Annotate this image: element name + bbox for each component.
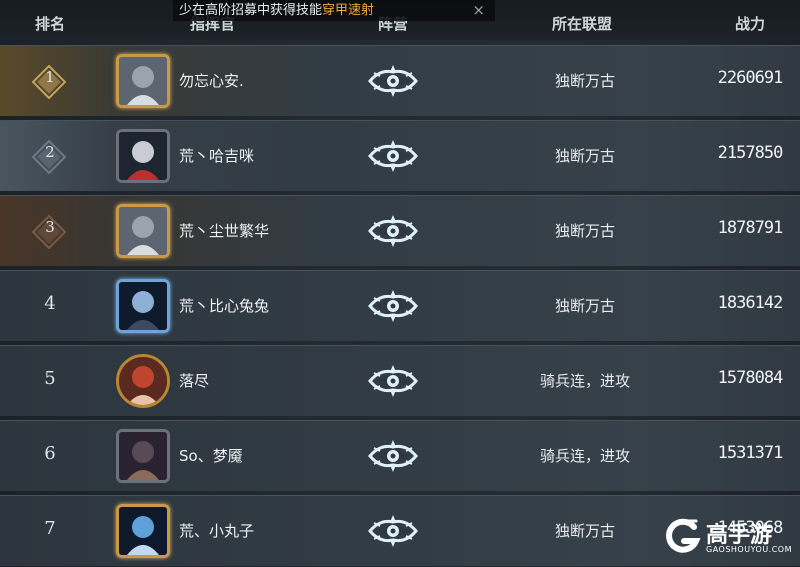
power-value: 1531371 [717,443,784,463]
watermark-logo: 高手游 GAOSHOUYOU.COM [662,511,793,561]
commander-avatar[interactable] [116,54,170,108]
table-row[interactable]: 3 荒丶尘世繁华 独断万古 1878791 [0,195,800,266]
faction-eye-icon [368,213,418,249]
gaoshouyou-logo-icon [666,518,701,553]
toast-text: 在高阶招募中获得技能 [192,3,323,18]
rank-number: 3 [45,218,55,236]
table-row[interactable]: 6 So、梦魇 骑兵连，进攻 1531371 [0,420,800,491]
alliance-name: 独断万古 [554,522,615,540]
table-row[interactable]: 5 落尽 骑兵连，进攻 1578084 [0,345,800,416]
alliance-name: 骑兵连，进攻 [539,372,630,390]
power-value: 2260691 [717,68,784,88]
faction-eye-icon [368,288,418,324]
commander-name: 荒丶哈吉咪 [179,147,255,165]
rank-number: 1 [45,68,55,86]
commander-name: So、梦魇 [179,447,243,465]
watermark-en: GAOSHOUYOU.COM [706,545,793,554]
commander-avatar[interactable] [116,504,170,558]
rank-number: 2 [45,143,55,161]
commander-avatar[interactable] [116,429,170,483]
rank-number: 6 [44,443,56,464]
power-value: 1578084 [717,368,784,388]
power-value: 2157850 [717,143,784,163]
alliance-name: 骑兵连，进攻 [539,447,630,465]
commander-name: 荒丶尘世繁华 [179,222,270,240]
power-value: 1836142 [717,293,784,313]
header-rank: 排名 [35,15,66,33]
alliance-name: 独断万古 [554,297,615,315]
alliance-name: 独断万古 [554,72,615,90]
commander-avatar[interactable] [116,129,170,183]
table-row[interactable]: 4 荒丶比心兔兔 独断万古 1836142 [0,270,800,341]
header-alliance: 所在联盟 [552,15,613,33]
alliance-name: 独断万古 [554,222,615,240]
commander-name: 落尽 [179,372,210,390]
close-icon[interactable]: × [472,0,485,21]
skill-toast: 少在高阶招募中获得技能穿甲速射 × [173,0,495,21]
rank-number: 7 [44,518,56,539]
faction-eye-icon [368,363,418,399]
table-row[interactable]: 1 勿忘心安. 独断万古 2260691 [0,45,800,116]
faction-eye-icon [368,513,418,549]
faction-eye-icon [368,138,418,174]
faction-eye-icon [368,63,418,99]
faction-eye-icon [368,438,418,474]
rank-number: 5 [44,368,56,389]
commander-name: 荒、小丸子 [179,522,255,540]
commander-avatar[interactable] [116,354,170,408]
power-value: 1878791 [717,218,784,238]
commander-avatar[interactable] [116,279,170,333]
toast-skill-name: 穿甲速射 [322,3,375,18]
commander-name: 勿忘心安. [179,72,244,90]
commander-avatar[interactable] [116,204,170,258]
rank-number: 4 [44,293,56,314]
header-power: 战力 [735,15,766,33]
toast-prefix: 少 [179,3,193,18]
alliance-name: 独断万古 [554,147,615,165]
table-row[interactable]: 2 荒丶哈吉咪 独断万古 2157850 [0,120,800,191]
commander-name: 荒丶比心兔兔 [179,297,270,315]
